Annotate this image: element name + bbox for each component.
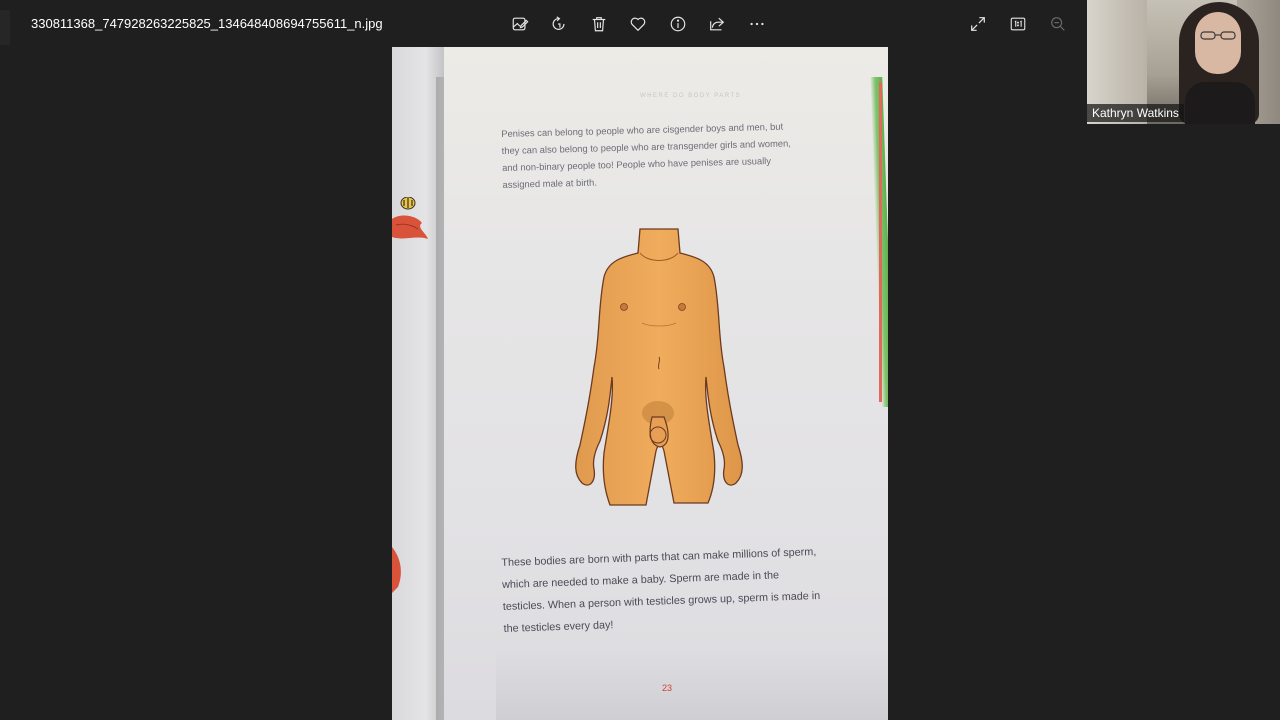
expand-icon bbox=[971, 17, 985, 31]
body-illustration bbox=[575, 228, 743, 506]
page-number: 23 bbox=[662, 683, 673, 693]
info-icon bbox=[670, 16, 686, 32]
left-page-illustration-fragment bbox=[392, 547, 401, 593]
running-head: WHERE DO BODY PARTS bbox=[640, 93, 742, 99]
participant-body bbox=[1185, 82, 1255, 124]
view-controls bbox=[958, 4, 1078, 44]
rotate-button[interactable] bbox=[540, 4, 580, 44]
more-icon bbox=[750, 22, 764, 26]
favorite-button[interactable] bbox=[619, 4, 659, 44]
title-accent-strip bbox=[0, 10, 10, 45]
glasses-icon bbox=[1200, 31, 1236, 40]
photo-viewer-window: 330811368_747928263225825_13464840869475… bbox=[0, 0, 1280, 720]
page-bottom-shadow bbox=[496, 647, 888, 720]
book-paragraph-top: Penises can belong to people who are cis… bbox=[501, 120, 791, 190]
edit-image-icon bbox=[512, 17, 529, 31]
displayed-photo[interactable]: WHERE DO BODY PARTS Penises can belong t… bbox=[392, 47, 888, 720]
share-icon bbox=[710, 17, 725, 31]
zoom-out-button[interactable] bbox=[1038, 4, 1078, 44]
page-edge-red bbox=[879, 82, 882, 402]
actual-size-icon bbox=[1010, 17, 1026, 31]
edit-image-button[interactable] bbox=[500, 4, 540, 44]
heart-icon bbox=[630, 17, 646, 32]
delete-icon bbox=[592, 17, 606, 32]
participant-name-label: Kathryn Watkins bbox=[1087, 104, 1184, 122]
full-screen-button[interactable] bbox=[958, 4, 998, 44]
file-name: 330811368_747928263225825_13464840869475… bbox=[31, 16, 383, 31]
file-info-button[interactable] bbox=[658, 4, 698, 44]
more-options-button[interactable] bbox=[737, 4, 777, 44]
participant-face bbox=[1195, 12, 1241, 74]
image-toolbar bbox=[500, 4, 777, 44]
share-button[interactable] bbox=[698, 4, 738, 44]
actual-size-button[interactable] bbox=[998, 4, 1038, 44]
delete-button[interactable] bbox=[579, 4, 619, 44]
zoom-out-icon bbox=[1051, 17, 1065, 31]
bee-and-bird-illustration bbox=[392, 197, 428, 239]
participant-video[interactable]: Kathryn Watkins bbox=[1087, 0, 1280, 124]
book-paragraph-bottom: These bodies are born with parts that ca… bbox=[501, 546, 821, 635]
rotate-icon bbox=[552, 16, 565, 30]
